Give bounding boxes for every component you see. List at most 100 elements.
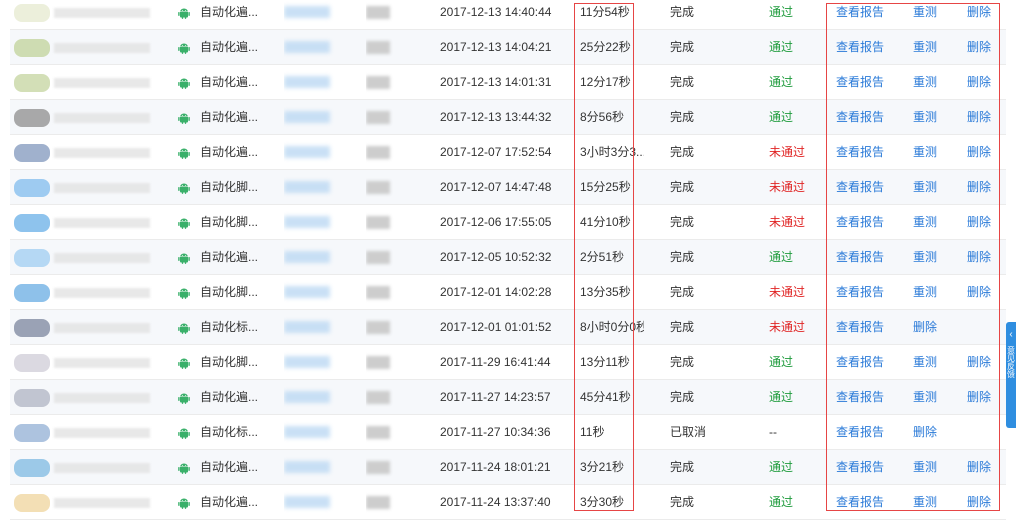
duration: 3分30秒 bbox=[580, 495, 625, 509]
delete-link[interactable]: 删除 bbox=[967, 30, 999, 65]
delete-link[interactable]: 删除 bbox=[967, 380, 999, 415]
redacted-field bbox=[284, 310, 344, 345]
test-result: 未通过 bbox=[769, 145, 806, 159]
view-report-link[interactable]: 查看报告 bbox=[836, 100, 896, 135]
app-name-redacted bbox=[54, 498, 150, 508]
task-name: 自动化遍... bbox=[200, 495, 259, 509]
task-name: 自动化脚... bbox=[200, 285, 259, 299]
app-name-redacted bbox=[54, 358, 150, 368]
view-report-link[interactable]: 查看报告 bbox=[836, 205, 896, 240]
table-row: 自动化遍... 2017-11-24 13:37:40 3分30秒 完成 通过 查看报告重… bbox=[10, 485, 1006, 520]
view-report-link[interactable]: 查看报告 bbox=[836, 135, 896, 170]
redacted-field bbox=[366, 135, 394, 170]
redacted-field bbox=[366, 380, 394, 415]
delete-link[interactable]: 删除 bbox=[913, 310, 945, 345]
view-report-link[interactable]: 查看报告 bbox=[836, 415, 896, 450]
delete-link[interactable]: 删除 bbox=[913, 415, 945, 450]
retest-link[interactable]: 重测 bbox=[913, 240, 945, 275]
test-result: 通过 bbox=[769, 110, 794, 124]
start-time: 2017-12-01 14:02:28 bbox=[440, 285, 552, 299]
retest-link[interactable]: 重测 bbox=[913, 65, 945, 100]
view-report-link[interactable]: 查看报告 bbox=[836, 380, 896, 415]
start-time: 2017-12-06 17:55:05 bbox=[440, 215, 552, 229]
duration: 12分17秒 bbox=[580, 75, 631, 89]
start-time: 2017-11-29 16:41:44 bbox=[440, 355, 551, 369]
app-thumbnail bbox=[14, 170, 164, 205]
delete-link[interactable]: 删除 bbox=[967, 170, 999, 205]
app-thumbnail bbox=[14, 485, 164, 520]
app-icon bbox=[14, 109, 50, 127]
task-status: 完成 bbox=[670, 285, 695, 299]
retest-link[interactable]: 重测 bbox=[913, 275, 945, 310]
table-row: 自动化遍... 2017-11-24 18:01:21 3分21秒 完成 通过 查看报告重… bbox=[10, 450, 1006, 485]
task-status: 完成 bbox=[670, 180, 695, 194]
feedback-side-tab[interactable]: ‹ 意见反馈 bbox=[1006, 322, 1016, 428]
app-thumbnail bbox=[14, 205, 164, 240]
view-report-link[interactable]: 查看报告 bbox=[836, 450, 896, 485]
retest-link[interactable]: 重测 bbox=[913, 205, 945, 240]
app-name-redacted bbox=[54, 218, 150, 228]
task-status: 完成 bbox=[670, 75, 695, 89]
task-status: 完成 bbox=[670, 5, 695, 19]
test-result: 通过 bbox=[769, 75, 794, 89]
task-status: 完成 bbox=[670, 110, 695, 124]
view-report-link[interactable]: 查看报告 bbox=[836, 0, 896, 30]
android-icon bbox=[178, 485, 192, 520]
start-time: 2017-12-05 10:52:32 bbox=[440, 250, 552, 264]
redacted-field bbox=[366, 240, 394, 275]
table-row: 自动化遍... 2017-12-13 14:40:44 11分54秒 完成 通过 查看报告… bbox=[10, 0, 1006, 30]
task-table: 自动化遍... 2017-12-13 14:40:44 11分54秒 完成 通过 查看报告… bbox=[10, 0, 1006, 520]
retest-link[interactable]: 重测 bbox=[913, 170, 945, 205]
delete-link[interactable]: 删除 bbox=[967, 65, 999, 100]
retest-link[interactable]: 重测 bbox=[913, 380, 945, 415]
delete-link[interactable]: 删除 bbox=[967, 240, 999, 275]
view-report-link[interactable]: 查看报告 bbox=[836, 65, 896, 100]
retest-link[interactable]: 重测 bbox=[913, 450, 945, 485]
delete-link[interactable]: 删除 bbox=[967, 100, 999, 135]
view-report-link[interactable]: 查看报告 bbox=[836, 30, 896, 65]
view-report-link[interactable]: 查看报告 bbox=[836, 485, 896, 520]
android-icon bbox=[178, 205, 192, 240]
android-icon bbox=[178, 310, 192, 345]
view-report-link[interactable]: 查看报告 bbox=[836, 310, 896, 345]
view-report-link[interactable]: 查看报告 bbox=[836, 275, 896, 310]
app-name-redacted bbox=[54, 8, 150, 18]
view-report-link[interactable]: 查看报告 bbox=[836, 345, 896, 380]
test-result: 未通过 bbox=[769, 215, 806, 229]
retest-link[interactable]: 重测 bbox=[913, 0, 945, 30]
redacted-field bbox=[284, 135, 344, 170]
redacted-field bbox=[284, 415, 344, 450]
view-report-link[interactable]: 查看报告 bbox=[836, 240, 896, 275]
task-name: 自动化遍... bbox=[200, 460, 259, 474]
start-time: 2017-11-27 14:23:57 bbox=[440, 390, 551, 404]
task-status: 完成 bbox=[670, 495, 695, 509]
start-time: 2017-12-13 14:04:21 bbox=[440, 40, 552, 54]
redacted-field bbox=[366, 310, 394, 345]
delete-link[interactable]: 删除 bbox=[967, 205, 999, 240]
table-row: 自动化脚... 2017-12-07 14:47:48 15分25秒 完成 未通过 查看报… bbox=[10, 170, 1006, 205]
retest-link[interactable]: 重测 bbox=[913, 135, 945, 170]
task-name: 自动化遍... bbox=[200, 40, 259, 54]
redacted-field bbox=[284, 380, 344, 415]
delete-link[interactable]: 删除 bbox=[967, 0, 999, 30]
task-name: 自动化脚... bbox=[200, 180, 259, 194]
table-row: 自动化遍... 2017-12-05 10:52:32 2分51秒 完成 通过 查看报告重… bbox=[10, 240, 1006, 275]
delete-link[interactable]: 删除 bbox=[967, 275, 999, 310]
test-result: 通过 bbox=[769, 355, 794, 369]
start-time: 2017-12-07 17:52:54 bbox=[440, 145, 552, 159]
redacted-field bbox=[284, 170, 344, 205]
android-icon bbox=[178, 415, 192, 450]
view-report-link[interactable]: 查看报告 bbox=[836, 170, 896, 205]
test-result: 未通过 bbox=[769, 180, 806, 194]
delete-link[interactable]: 删除 bbox=[967, 345, 999, 380]
delete-link[interactable]: 删除 bbox=[967, 450, 999, 485]
retest-link[interactable]: 重测 bbox=[913, 30, 945, 65]
task-name: 自动化脚... bbox=[200, 355, 259, 369]
delete-link[interactable]: 删除 bbox=[967, 485, 999, 520]
delete-link[interactable]: 删除 bbox=[967, 135, 999, 170]
app-name-redacted bbox=[54, 288, 150, 298]
retest-link[interactable]: 重测 bbox=[913, 345, 945, 380]
retest-link[interactable]: 重测 bbox=[913, 485, 945, 520]
retest-link[interactable]: 重测 bbox=[913, 100, 945, 135]
app-name-redacted bbox=[54, 113, 150, 123]
